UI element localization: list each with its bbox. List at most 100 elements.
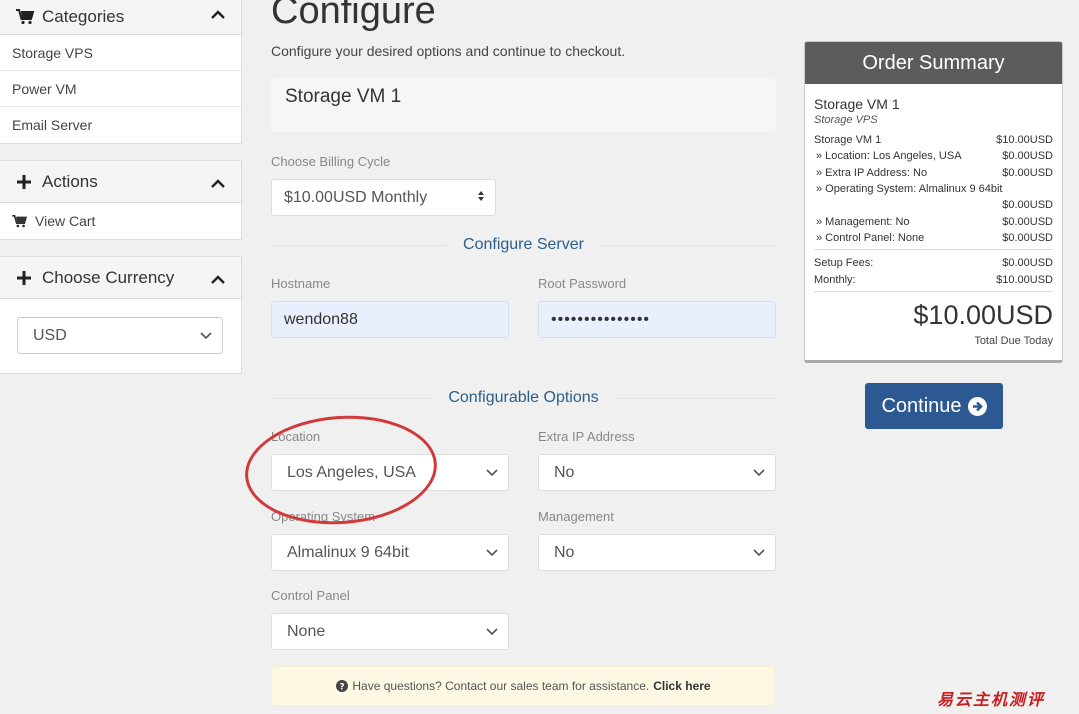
summary-line-value: $0.00USD bbox=[1002, 150, 1053, 163]
summary-line-label: » Control Panel: None bbox=[816, 231, 925, 244]
monthly-row: Monthly: $10.00USD bbox=[814, 271, 1053, 287]
configurable-options-divider: Configurable Options bbox=[271, 388, 776, 408]
management-select[interactable]: No bbox=[538, 534, 776, 571]
summary-line: » Operating System: Almalinux 9 64bit bbox=[814, 181, 1053, 197]
management-label: Management bbox=[538, 509, 614, 524]
cart-icon bbox=[12, 214, 27, 228]
configure-server-divider: Configure Server bbox=[271, 235, 777, 255]
order-summary-title: Order Summary bbox=[805, 42, 1062, 84]
summary-product-group: Storage VPS bbox=[814, 114, 878, 126]
svg-text:?: ? bbox=[340, 683, 345, 693]
hostname-value: wendon88 bbox=[284, 310, 358, 328]
sidebar: Categories Storage VPS Power VM Email Se… bbox=[0, 0, 242, 390]
currency-body: USD bbox=[0, 299, 241, 373]
billing-cycle-label: Choose Billing Cycle bbox=[271, 154, 391, 169]
chevron-down-icon bbox=[486, 544, 498, 562]
chevron-down-icon bbox=[486, 464, 498, 482]
categories-panel-header[interactable]: Categories bbox=[0, 0, 241, 35]
summary-line: » Control Panel: None $0.00USD bbox=[814, 230, 1053, 246]
summary-product-name: Storage VM 1 bbox=[814, 96, 900, 112]
total-due-label: Total Due Today bbox=[974, 334, 1053, 347]
divider-line bbox=[271, 397, 433, 399]
summary-line-label: Storage VM 1 bbox=[814, 134, 882, 147]
extra-ip-label: Extra IP Address bbox=[538, 429, 635, 444]
control-panel-select[interactable]: None bbox=[271, 613, 509, 650]
location-label: Location bbox=[271, 429, 321, 444]
categories-title: Categories bbox=[42, 6, 125, 26]
watermark-text: 易云主机测评 bbox=[937, 690, 1046, 709]
summary-divider bbox=[814, 290, 1053, 292]
order-summary-body: Storage VM 1 Storage VPS Storage VM 1 $10… bbox=[805, 96, 1062, 347]
divider-line bbox=[599, 244, 777, 246]
currency-panel-header[interactable]: Choose Currency bbox=[0, 257, 241, 299]
os-select[interactable]: Almalinux 9 64bit bbox=[271, 534, 509, 571]
billing-cycle-value: $10.00USD Monthly bbox=[284, 188, 428, 206]
billing-cycle-select[interactable]: $10.00USD Monthly bbox=[271, 179, 496, 216]
summary-line-value: $0.00USD bbox=[1002, 166, 1053, 179]
location-value: Los Angeles, USA bbox=[287, 463, 416, 481]
summary-line-value: $0.00USD bbox=[1002, 199, 1053, 212]
view-cart-link[interactable]: View Cart bbox=[0, 203, 241, 239]
location-select[interactable]: Los Angeles, USA bbox=[271, 454, 509, 491]
control-panel-value: None bbox=[287, 622, 326, 640]
divider-line bbox=[614, 397, 776, 399]
updown-caret-icon bbox=[477, 189, 485, 207]
help-link[interactable]: Click here bbox=[653, 679, 710, 693]
management-value: No bbox=[554, 543, 575, 561]
chevron-down-icon bbox=[486, 623, 498, 641]
summary-line: Storage VM 1 $10.00USD bbox=[814, 132, 1053, 148]
configurable-options-heading: Configurable Options bbox=[448, 389, 599, 406]
page-subtitle: Configure your desired options and conti… bbox=[271, 43, 626, 59]
currency-title: Choose Currency bbox=[42, 267, 175, 287]
categories-panel: Categories Storage VPS Power VM Email Se… bbox=[0, 0, 242, 144]
page-title: Configure bbox=[271, 0, 436, 32]
total-due: $10.00USD bbox=[913, 299, 1053, 330]
extra-ip-value: No bbox=[554, 463, 575, 481]
plus-icon bbox=[16, 174, 38, 190]
cart-icon bbox=[16, 8, 38, 25]
root-password-input[interactable]: ••••••••••••••• bbox=[538, 301, 776, 338]
summary-line-label: » Management: No bbox=[816, 215, 910, 228]
summary-line-label: » Extra IP Address: No bbox=[816, 166, 928, 179]
summary-line: $0.00USD bbox=[814, 197, 1053, 213]
continue-label: Continue bbox=[881, 394, 962, 417]
actions-panel-header[interactable]: Actions bbox=[0, 161, 241, 203]
chevron-down-icon bbox=[753, 464, 765, 482]
chevron-up-icon[interactable] bbox=[211, 270, 225, 290]
root-password-label: Root Password bbox=[538, 276, 627, 291]
monthly-label: Monthly: bbox=[814, 273, 856, 286]
arrow-circle-right-icon bbox=[967, 396, 987, 416]
os-value: Almalinux 9 64bit bbox=[287, 543, 409, 561]
help-text: Have questions? Contact our sales team f… bbox=[352, 679, 650, 693]
chevron-down-icon bbox=[200, 327, 212, 345]
sidebar-item-storage-vps[interactable]: Storage VPS bbox=[0, 35, 241, 71]
sidebar-item-email-server[interactable]: Email Server bbox=[0, 107, 241, 143]
actions-title: Actions bbox=[42, 171, 98, 191]
currency-value: USD bbox=[33, 326, 67, 344]
setup-fees-label: Setup Fees: bbox=[814, 257, 874, 270]
chevron-up-icon[interactable] bbox=[211, 5, 225, 25]
summary-line-value: $0.00USD bbox=[1002, 215, 1053, 228]
help-box: ? Have questions? Contact our sales team… bbox=[271, 666, 776, 706]
view-cart-label: View Cart bbox=[35, 213, 96, 229]
summary-line-label: » Operating System: Almalinux 9 64bit bbox=[816, 183, 1003, 196]
root-password-value: ••••••••••••••• bbox=[551, 310, 651, 328]
chevron-up-icon[interactable] bbox=[211, 174, 225, 194]
hostname-label: Hostname bbox=[271, 276, 331, 291]
currency-panel: Choose Currency USD bbox=[0, 256, 242, 374]
monthly-value: $10.00USD bbox=[996, 273, 1053, 286]
extra-ip-select[interactable]: No bbox=[538, 454, 776, 491]
summary-divider bbox=[814, 249, 1053, 251]
currency-select[interactable]: USD bbox=[17, 317, 223, 354]
sidebar-item-power-vm[interactable]: Power VM bbox=[0, 71, 241, 107]
hostname-input[interactable]: wendon88 bbox=[271, 301, 509, 338]
chevron-down-icon bbox=[753, 544, 765, 562]
summary-line: » Location: Los Angeles, USA $0.00USD bbox=[814, 148, 1053, 164]
setup-fees-value: $0.00USD bbox=[1002, 257, 1053, 270]
control-panel-label: Control Panel bbox=[271, 588, 350, 603]
summary-line-value: $0.00USD bbox=[1002, 231, 1053, 244]
setup-fees-row: Setup Fees: $0.00USD bbox=[814, 255, 1053, 271]
continue-button[interactable]: Continue bbox=[865, 383, 1003, 429]
summary-line-label: » Location: Los Angeles, USA bbox=[816, 150, 962, 163]
summary-line: » Management: No $0.00USD bbox=[814, 213, 1053, 229]
